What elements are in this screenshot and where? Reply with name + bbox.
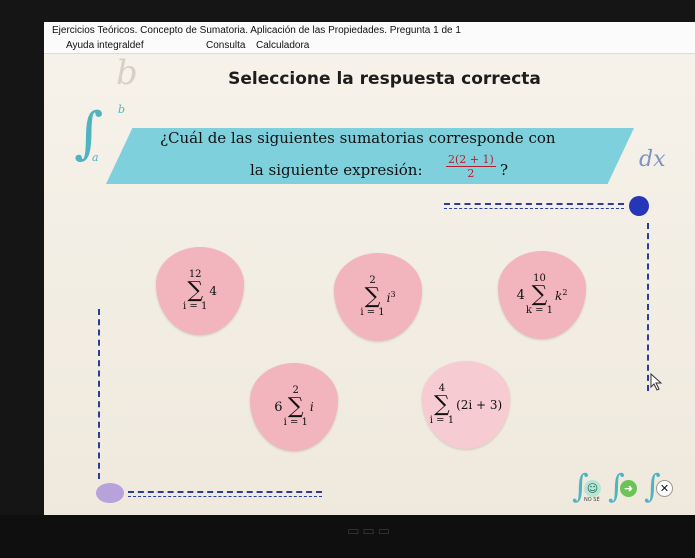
- integral-upper-limit: b: [118, 103, 126, 116]
- exit-button[interactable]: ∫ ✕: [644, 467, 674, 505]
- face-icon: ☺: [584, 480, 601, 497]
- sigma-icon: ∑: [434, 392, 450, 417]
- sum-term: 4: [209, 284, 217, 298]
- exercise-panel: b Seleccione la respuesta correcta ∫ b a…: [44, 53, 695, 515]
- sum-term: k2: [555, 288, 567, 303]
- question-line-2: la siguiente expresión:: [250, 161, 423, 179]
- close-icon: ✕: [656, 480, 673, 497]
- integral-lower-limit: a: [92, 151, 99, 164]
- menu-calculadora[interactable]: Calculadora: [256, 40, 309, 51]
- dont-know-button[interactable]: ∫ ☺ NO SÉ: [572, 467, 602, 505]
- decor-dashed-line: [128, 491, 322, 497]
- sum-lower: i = 1: [360, 307, 385, 318]
- arrow-right-icon: ➜: [620, 480, 637, 497]
- answer-option-b[interactable]: 2 ∑ i = 1 i3: [334, 253, 422, 341]
- answer-option-d[interactable]: 6 2 ∑ i = 1 i: [250, 363, 338, 451]
- answer-option-c[interactable]: 4 10 ∑ k = 1 k2: [498, 251, 586, 339]
- menu-bar: Ayuda integraldef Consulta Calculadora: [44, 38, 695, 54]
- monitor-logo: ▭▭▭: [347, 524, 393, 539]
- integral-icon: ∫: [74, 101, 104, 166]
- decor-dot: [96, 483, 124, 503]
- sum-term-exponent: 3: [390, 289, 396, 299]
- decor-dashed-line: [98, 309, 101, 479]
- next-button[interactable]: ∫ ➜: [608, 467, 638, 505]
- decor-dashed-line: [647, 223, 650, 391]
- fraction-numerator: 2(2 + 1): [446, 153, 496, 167]
- mouse-cursor-icon: [650, 373, 663, 391]
- window-title: Ejercicios Teóricos. Concepto de Sumator…: [44, 22, 695, 38]
- sum-term: (2i + 3): [456, 398, 503, 412]
- decor-dashed-line: [444, 203, 624, 209]
- sum-term: i3: [387, 290, 396, 305]
- sum-term-exponent: 2: [562, 287, 568, 297]
- question-mark: ?: [500, 161, 509, 179]
- sum-lower: i = 1: [183, 301, 208, 312]
- dont-know-label: NO SÉ: [584, 497, 600, 503]
- menu-consulta[interactable]: Consulta: [206, 40, 245, 51]
- menu-ayuda[interactable]: Ayuda integraldef: [66, 40, 144, 51]
- sum-lower: i = 1: [429, 415, 455, 426]
- sum-coefficient: 6: [274, 399, 283, 415]
- sigma-icon: ∑: [364, 284, 381, 309]
- sum-lower: k = 1: [525, 305, 554, 316]
- sigma-icon: ∑: [287, 394, 304, 419]
- sum-coefficient: 4: [516, 287, 525, 303]
- sum-term: i: [309, 400, 314, 414]
- sigma-icon: ∑: [531, 282, 548, 307]
- question-line-1: ¿Cuál de las siguientes sumatorias corre…: [160, 129, 556, 147]
- app-screen: Ejercicios Teóricos. Concepto de Sumator…: [44, 22, 695, 515]
- sum-lower: i = 1: [283, 417, 308, 428]
- answer-option-e[interactable]: 4 ∑ i = 1 (2i + 3): [422, 361, 510, 449]
- question-fraction: 2(2 + 1) 2: [446, 153, 496, 180]
- fraction-denominator: 2: [467, 167, 475, 180]
- decor-dot: [629, 196, 649, 216]
- sigma-icon: ∑: [187, 278, 204, 303]
- page-title: Seleccione la respuesta correcta: [228, 69, 541, 89]
- dx-decor: dx: [639, 147, 666, 172]
- answer-option-a[interactable]: 12 ∑ i = 1 4: [156, 247, 244, 335]
